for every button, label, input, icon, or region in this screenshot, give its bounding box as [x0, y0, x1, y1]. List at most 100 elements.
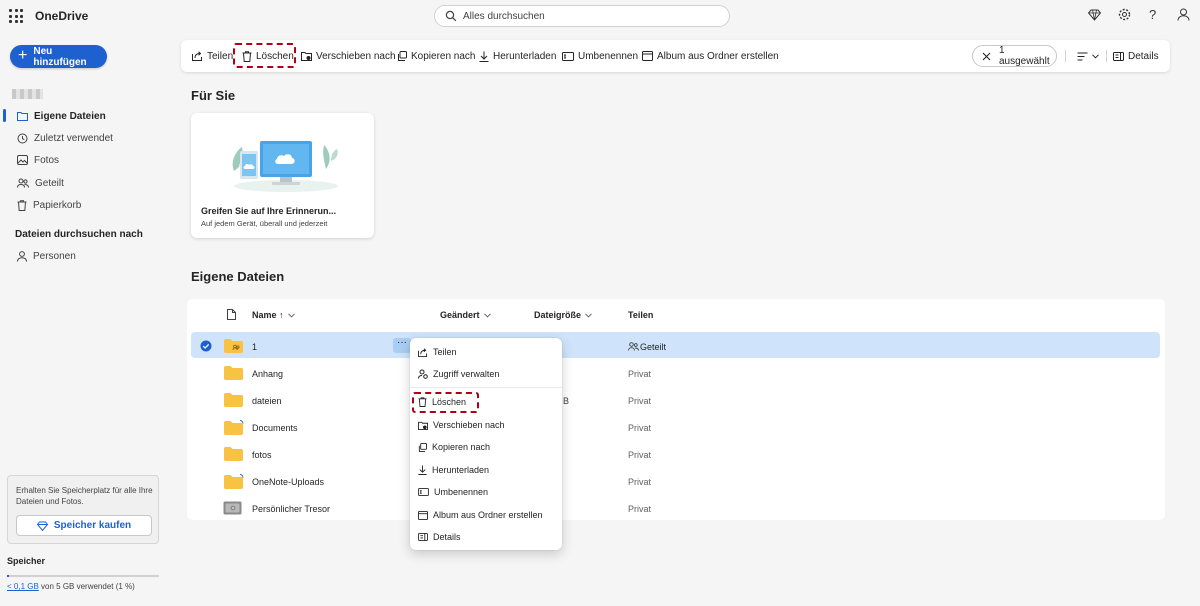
sidebar-item-label: Personen [33, 250, 76, 262]
vault-icon [223, 501, 242, 515]
file-name[interactable]: Anhang [252, 369, 283, 379]
file-name[interactable]: Persönlicher Tresor [252, 504, 330, 514]
toolbar-move-label: Verschieben nach [316, 50, 396, 62]
album-icon [642, 51, 653, 61]
account-icon[interactable] [1177, 8, 1190, 21]
toolbar-details-button[interactable]: Details [1113, 49, 1159, 63]
checkmark-circle-icon[interactable] [200, 340, 212, 352]
memories-card[interactable]: Greifen Sie auf Ihre Erinnerun... Auf je… [191, 113, 374, 238]
my-files-heading: Eigene Dateien [191, 269, 285, 284]
new-add-button[interactable]: + Neu hinzufügen [10, 45, 107, 68]
menu-item-create-album[interactable]: Album aus Ordner erstellen [418, 508, 543, 522]
shared-folder-icon [224, 339, 243, 353]
toolbar-delete-button[interactable]: Löschen [242, 49, 294, 63]
selection-count-pill[interactable]: 1 ausgewählt [972, 45, 1057, 67]
search-box[interactable]: Alles durchsuchen [434, 5, 730, 27]
column-header-name-label: Name ↑ [252, 310, 284, 320]
new-add-label: Neu hinzufügen [33, 45, 87, 68]
toolbar-delete-label: Löschen [256, 50, 294, 62]
menu-item-manage-access[interactable]: Zugriff verwalten [418, 367, 499, 381]
file-type-icon [227, 309, 236, 320]
diamond-icon[interactable] [1088, 8, 1101, 21]
toolbar-copy-button[interactable]: Kopieren nach [397, 49, 476, 63]
toolbar-download-button[interactable]: Herunterladen [479, 49, 556, 63]
menu-item-rename[interactable]: Umbenennen [418, 485, 488, 499]
share-icon [418, 347, 428, 357]
manage-access-icon [418, 369, 428, 379]
settings-icon[interactable] [1118, 8, 1131, 21]
sharing-status: Privat [628, 396, 652, 406]
file-name[interactable]: OneNote-Uploads [252, 477, 324, 487]
menu-item-download[interactable]: Herunterladen [418, 463, 489, 477]
album-icon [418, 510, 428, 520]
toolbar-share-label: Teilen [207, 50, 234, 62]
storage-promo: Erhalten Sie Speicherplatz für alle Ihre… [7, 475, 159, 544]
column-header-modified-label: Geändert [440, 310, 480, 320]
context-menu: Teilen Zugriff verwalten Löschen Verschi… [410, 338, 562, 550]
view-options-button[interactable] [1077, 49, 1099, 63]
sidebar-item-label: Zuletzt verwendet [34, 132, 113, 144]
sharing-status: Privat [628, 369, 652, 379]
sidebar-item-recent[interactable]: Zuletzt verwendet [17, 130, 113, 146]
file-name[interactable]: Documents [252, 423, 298, 433]
toolbar-rename-label: Umbenennen [578, 50, 639, 62]
menu-item-details[interactable]: Details [418, 530, 461, 544]
column-header-modified[interactable]: Geändert [440, 310, 491, 320]
buy-storage-label: Speicher kaufen [53, 520, 132, 531]
sidebar-item-shared[interactable]: Geteilt [17, 175, 64, 191]
sidebar-item-photos[interactable]: Fotos [17, 152, 59, 168]
toolbar-share-button[interactable]: Teilen [192, 49, 233, 63]
menu-item-label: Album aus Ordner erstellen [433, 510, 543, 520]
storage-promo-text: Erhalten Sie Speicherplatz für alle Ihre… [16, 486, 153, 506]
toolbar-move-button[interactable]: Verschieben nach [301, 49, 396, 63]
help-icon[interactable]: ? [1149, 7, 1156, 22]
active-indicator [3, 109, 6, 122]
menu-item-label: Teilen [433, 347, 457, 357]
menu-item-copy[interactable]: Kopieren nach [418, 440, 490, 454]
share-icon [192, 51, 203, 61]
sharing-status: Privat [628, 504, 652, 514]
column-header-name[interactable]: Name ↑ [252, 310, 295, 320]
toolbar-album-button[interactable]: Album aus Ordner erstellen [642, 49, 779, 63]
move-icon [301, 51, 312, 61]
devices-cloud-illustration [226, 131, 341, 193]
storage-progress-fill [7, 575, 9, 577]
menu-item-move[interactable]: Verschieben nach [418, 418, 505, 432]
sidebar-item-label: Fotos [34, 154, 60, 166]
storage-used-link[interactable]: < 0,1 GB [7, 582, 39, 591]
menu-item-label: Verschieben nach [433, 420, 505, 430]
app-title[interactable]: OneDrive [35, 9, 88, 23]
storage-label: Speicher [7, 556, 46, 566]
toolbar-divider [1065, 50, 1066, 62]
sidebar-item-recycle-bin[interactable]: Papierkorb [17, 197, 81, 213]
highlight-box-menu-delete [412, 392, 479, 413]
column-header-share: Teilen [628, 310, 653, 320]
move-icon [418, 421, 428, 430]
file-name[interactable]: dateien [252, 396, 282, 406]
rename-icon [418, 488, 429, 496]
sharing-status: Privat [628, 477, 652, 487]
folder-icon [17, 111, 28, 121]
people-icon [17, 178, 29, 188]
image-icon [17, 155, 28, 165]
file-name[interactable]: fotos [252, 450, 272, 460]
menu-item-share[interactable]: Teilen [418, 345, 457, 359]
column-header-size[interactable]: Dateigröße [534, 310, 592, 320]
more-actions-button[interactable]: ··· [393, 338, 411, 353]
toolbar-rename-button[interactable]: Umbenennen [562, 49, 638, 63]
sharing-status: Geteilt [640, 342, 667, 352]
file-name[interactable]: 1 [252, 342, 257, 352]
sort-lines-icon [1077, 52, 1088, 61]
card-title: Greifen Sie auf Ihre Erinnerun... [201, 206, 337, 216]
account-name-blurred [12, 89, 43, 99]
search-input[interactable]: Alles durchsuchen [463, 11, 545, 22]
sidebar-item-people[interactable]: Personen [17, 248, 76, 264]
toolbar-details-label: Details [1128, 50, 1159, 62]
menu-item-label: Details [433, 532, 461, 542]
menu-item-label: Umbenennen [434, 487, 489, 497]
close-icon[interactable] [982, 52, 991, 61]
app-launcher-icon[interactable] [9, 9, 23, 23]
sidebar-item-my-files[interactable]: Eigene Dateien [17, 108, 106, 124]
buy-storage-button[interactable]: Speicher kaufen [16, 515, 152, 536]
table-row-selected[interactable] [191, 332, 1160, 358]
